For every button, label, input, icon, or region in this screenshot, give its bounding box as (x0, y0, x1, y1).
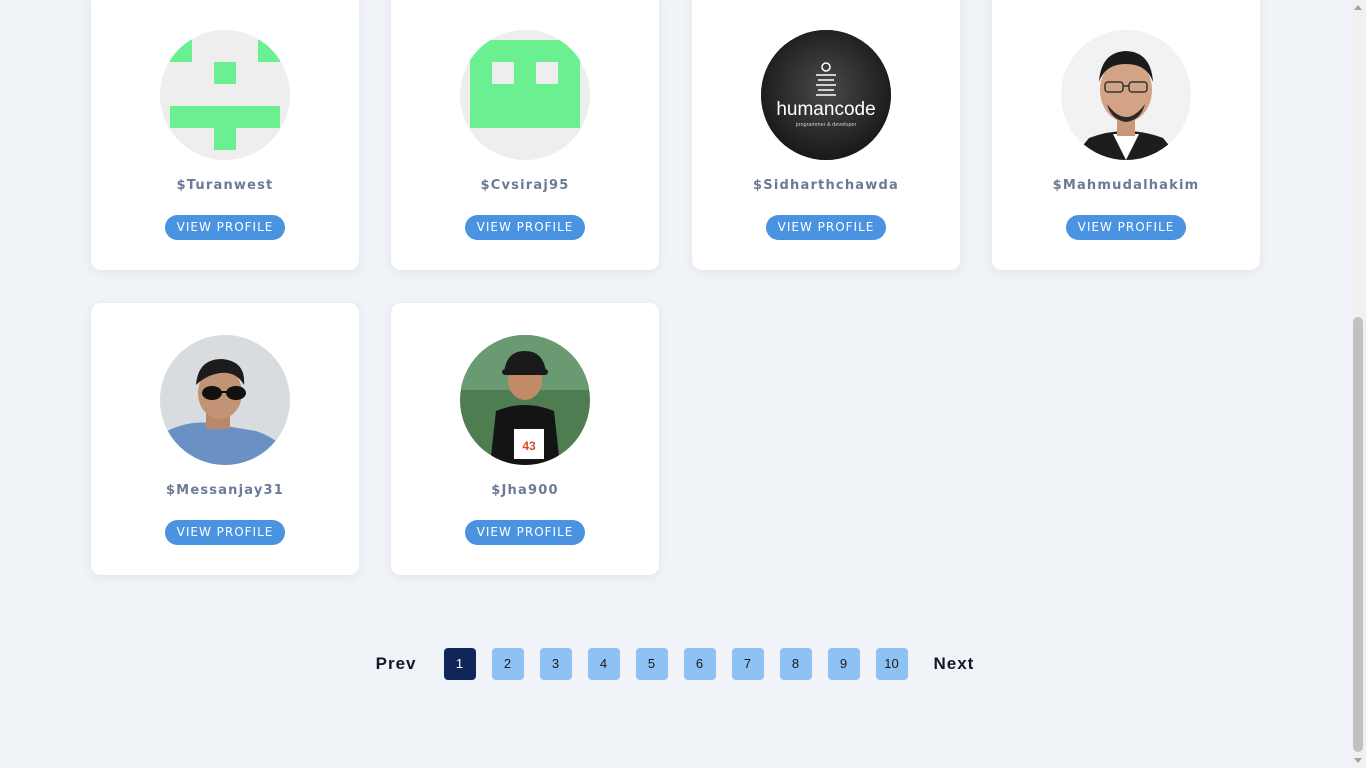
bib-number: 43 (522, 439, 536, 453)
username: $Jha900 (491, 483, 559, 498)
profile-card: $Messanjay31 VIEW PROFILE (91, 303, 359, 575)
page-button-3[interactable]: 3 (539, 648, 572, 680)
page-button-10[interactable]: 10 (875, 648, 908, 680)
page-button-9[interactable]: 9 (827, 648, 860, 680)
profile-card: 43 $Jha900 VIEW PROFILE (391, 303, 659, 575)
humancode-logo-text: humancode (776, 99, 875, 120)
scroll-up-arrow-icon[interactable] (1354, 5, 1362, 10)
view-profile-button[interactable]: VIEW PROFILE (164, 520, 286, 545)
avatar (1061, 30, 1191, 160)
avatar: 43 (460, 335, 590, 465)
username: $Cvsiraj95 (480, 178, 570, 193)
view-profile-button[interactable]: VIEW PROFILE (765, 215, 887, 240)
profile-card: $Turanwest VIEW PROFILE (91, 0, 359, 270)
page-button-4[interactable]: 4 (587, 648, 620, 680)
username: $Sidharthchawda (753, 178, 899, 193)
pagination: Prev 1 2 3 4 5 6 7 8 9 10 Next (0, 648, 1350, 680)
scroll-down-arrow-icon[interactable] (1354, 758, 1362, 763)
view-profile-button[interactable]: VIEW PROFILE (164, 215, 286, 240)
username: $Mahmudalhakim (1052, 178, 1200, 193)
view-profile-button[interactable]: VIEW PROFILE (464, 520, 586, 545)
page-button-5[interactable]: 5 (635, 648, 668, 680)
username: $Messanjay31 (165, 483, 285, 498)
avatar (460, 30, 590, 160)
page-button-7[interactable]: 7 (731, 648, 764, 680)
page-button-1[interactable]: 1 (443, 648, 476, 680)
page-button-2[interactable]: 2 (491, 648, 524, 680)
view-profile-button[interactable]: VIEW PROFILE (1065, 215, 1187, 240)
profile-card: $Mahmudalhakim VIEW PROFILE (992, 0, 1260, 270)
page-button-6[interactable]: 6 (683, 648, 716, 680)
username: $Turanwest (176, 178, 274, 193)
profile-card: $Cvsiraj95 VIEW PROFILE (391, 0, 659, 270)
avatar (160, 335, 290, 465)
humancode-logo-subtext: programmer & developer (796, 122, 857, 128)
page-button-8[interactable]: 8 (779, 648, 812, 680)
next-page-link[interactable]: Next (934, 654, 975, 674)
avatar: humancode programmer & developer (761, 30, 891, 160)
view-profile-button[interactable]: VIEW PROFILE (464, 215, 586, 240)
prev-page-link[interactable]: Prev (376, 654, 417, 674)
scrollbar-thumb[interactable] (1353, 317, 1363, 752)
avatar (160, 30, 290, 160)
vertical-scrollbar[interactable] (1350, 0, 1366, 768)
profile-card: humancode programmer & developer $Sidhar… (692, 0, 960, 270)
